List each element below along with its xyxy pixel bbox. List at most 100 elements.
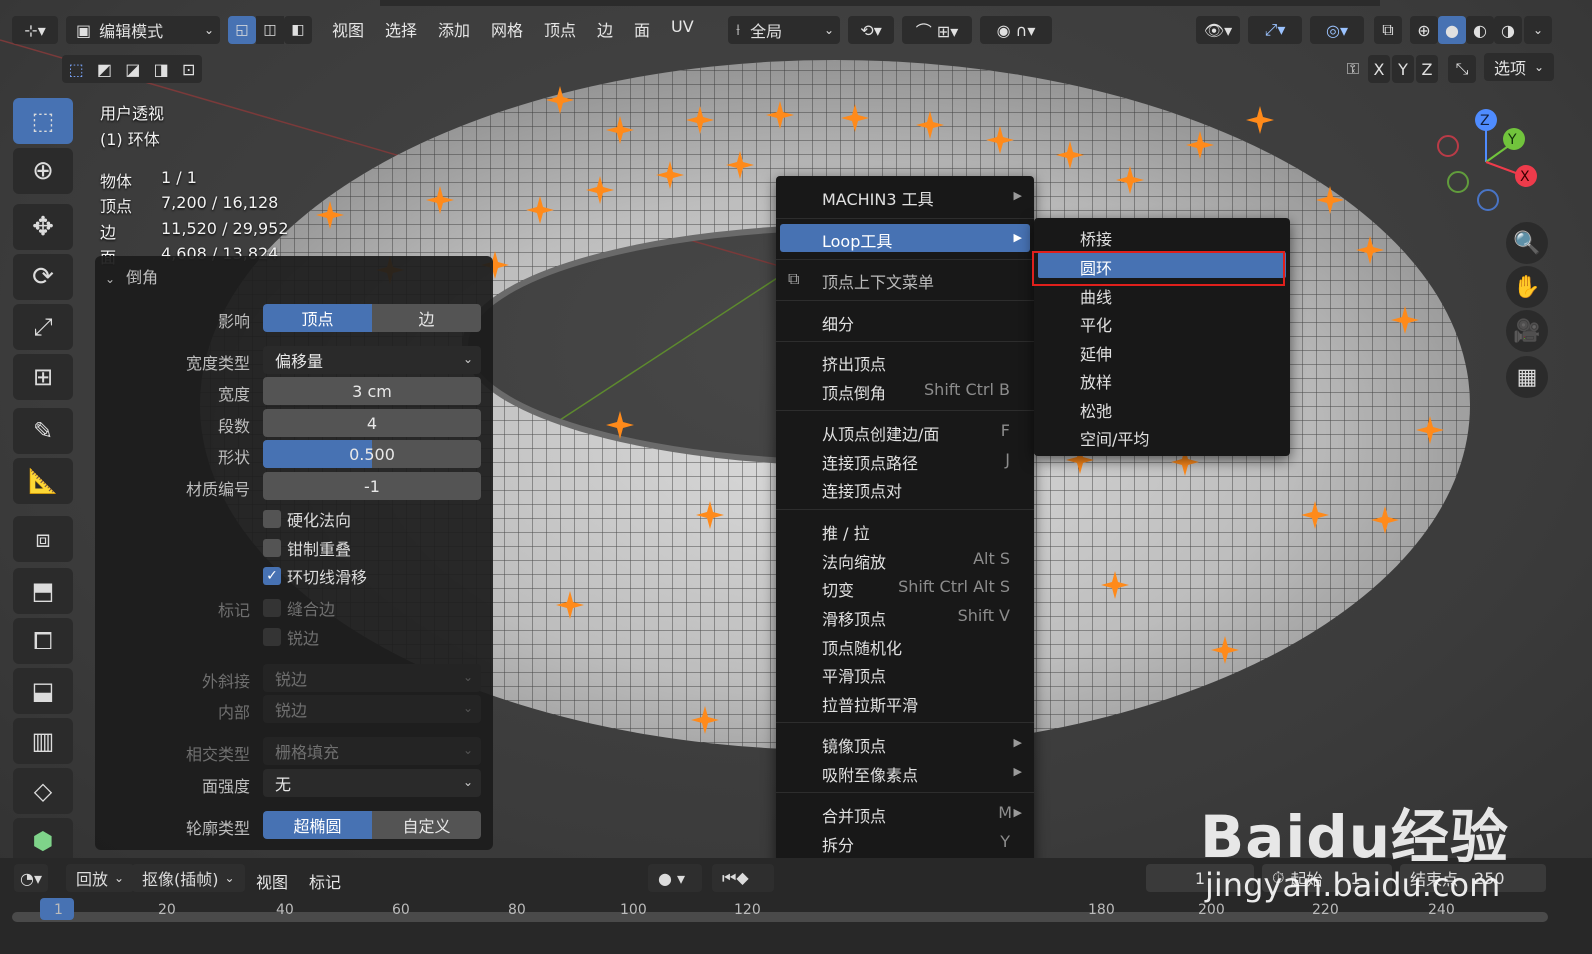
face-select-button[interactable]: ◧ <box>284 16 312 44</box>
context-menu-item[interactable]: Loop工具 ▶ <box>780 224 1030 252</box>
looptools-item[interactable]: 延伸 <box>1038 338 1286 364</box>
tool-select-box[interactable]: ⬚ <box>13 98 73 144</box>
ortho-toggle-button[interactable]: ▦ <box>1506 356 1548 398</box>
menu-vertex[interactable]: 顶点 <box>544 17 576 41</box>
context-menu-item[interactable]: ⧉ 顶点上下文菜单 <box>780 265 1030 293</box>
context-menu-item[interactable]: 平滑顶点 <box>780 659 1030 687</box>
looptools-item[interactable]: 平化 <box>1038 309 1286 335</box>
workspace-tabs[interactable] <box>380 0 1380 6</box>
context-menu-item[interactable]: 拆分 Y <box>780 828 1030 856</box>
context-menu-item[interactable]: MACHIN3 工具 ▶ <box>780 182 1030 210</box>
menu-select[interactable]: 选择 <box>385 17 417 41</box>
mode-dropdown[interactable]: ▣ 编辑模式 ⌄ <box>66 16 220 44</box>
shading-dropdown[interactable]: ⌄ <box>1524 16 1552 44</box>
tool-inset[interactable]: ⧠ <box>13 618 73 664</box>
context-menu-item[interactable]: 挤出顶点 <box>780 347 1030 375</box>
face-strength-select[interactable]: 无 ⌄ <box>263 769 481 797</box>
select-mode-group[interactable]: ⬚ ◩ ◪ ◨ ⊡ <box>62 55 202 83</box>
playback-controls[interactable]: ⏮◆ <box>712 864 774 892</box>
edge-select-button[interactable]: ◫ <box>256 16 284 44</box>
xray-toggle[interactable]: ⧉ <box>1374 16 1402 44</box>
context-menu-item[interactable]: 顶点倒角 Shift Ctrl B <box>780 376 1030 404</box>
miter-inner-select[interactable]: 锐边 ⌄ <box>263 695 481 723</box>
miter-outer-select[interactable]: 锐边 ⌄ <box>263 664 481 692</box>
tool-scale[interactable]: ⤢ <box>13 304 73 350</box>
snapping-controls[interactable]: ⌒ ⊞▾ <box>902 16 972 44</box>
keying-menu[interactable]: 抠像(插帧) ⌄ <box>132 864 245 892</box>
tool-measure[interactable]: 📐 <box>13 458 73 504</box>
profile-custom-button[interactable]: 自定义 <box>372 811 481 839</box>
looptools-item[interactable]: 空间/平均 <box>1038 423 1286 449</box>
context-menu-item[interactable]: 细分 <box>780 307 1030 335</box>
shading-solid[interactable]: ● <box>1438 16 1466 44</box>
context-menu-item[interactable]: 连接顶点对 <box>780 474 1030 502</box>
mirror-options-button[interactable]: ⚿ <box>1340 55 1366 83</box>
timeline-editor-type[interactable]: ◔▾ <box>14 864 48 892</box>
width-type-select[interactable]: 偏移量 ⌄ <box>263 346 481 374</box>
mark-seams-checkbox[interactable]: 缝合边 <box>263 596 335 620</box>
tool-move[interactable]: ✥ <box>13 204 73 250</box>
harden-normals-checkbox[interactable]: 硬化法向 <box>263 507 351 531</box>
menu-mesh[interactable]: 网格 <box>491 17 523 41</box>
tool-extrude[interactable]: ⬒ <box>13 568 73 614</box>
menu-uv[interactable]: UV <box>671 17 694 36</box>
auto-merge-toggle[interactable]: ⤡ <box>1448 55 1476 83</box>
tool-add-cube[interactable]: ⧈ <box>13 516 73 562</box>
mirror-y-toggle[interactable]: Y <box>1392 55 1414 83</box>
gizmo-toggle[interactable]: ⤢▾ <box>1248 16 1302 44</box>
shading-wireframe[interactable]: ⊕ <box>1410 16 1438 44</box>
vertex-select-button[interactable]: ◱ <box>228 16 256 44</box>
navigation-gizmo[interactable]: Z Y X <box>1430 104 1550 224</box>
menu-add[interactable]: 添加 <box>438 17 470 41</box>
pivot-dropdown[interactable]: ⟲▾ <box>848 16 894 44</box>
affect-vertices-button[interactable]: 顶点 <box>263 304 372 332</box>
timeline-marker-menu[interactable]: 标记 <box>309 869 341 893</box>
context-menu-item[interactable]: 镜像顶点 ▶ <box>780 729 1030 757</box>
looptools-item[interactable]: 桥接 <box>1038 223 1286 249</box>
playback-menu[interactable]: 回放 ⌄ <box>66 864 135 892</box>
tool-rotate[interactable]: ⟳ <box>13 254 73 300</box>
pan-button[interactable]: ✋ <box>1506 266 1548 308</box>
tool-cursor[interactable]: ⊕ <box>13 148 73 194</box>
overlay-toggle[interactable]: ◎▾ <box>1310 16 1364 44</box>
looptools-item[interactable]: 放样 <box>1038 366 1286 392</box>
profile-superellipse-button[interactable]: 超椭圆 <box>263 811 372 839</box>
shading-material[interactable]: ◐ <box>1466 16 1494 44</box>
tool-bevel[interactable]: ⬓ <box>13 668 73 714</box>
material-field[interactable]: -1 <box>263 472 481 500</box>
shading-rendered[interactable]: ◑ <box>1494 16 1522 44</box>
zoom-button[interactable]: 🔍 <box>1506 222 1548 264</box>
editor-type-button[interactable]: ⊹▾ <box>12 16 58 44</box>
context-menu-item[interactable]: 连接顶点路径 J <box>780 446 1030 474</box>
mirror-x-toggle[interactable]: X <box>1368 55 1390 83</box>
context-menu-item[interactable]: 合并顶点 M ▶ <box>780 799 1030 827</box>
affect-edges-button[interactable]: 边 <box>372 304 481 332</box>
options-dropdown[interactable]: 选项 ⌄ <box>1484 53 1554 81</box>
tool-annotate[interactable]: ✎ <box>13 408 73 454</box>
camera-view-button[interactable]: 🎥 <box>1506 310 1548 352</box>
context-menu-item[interactable]: 吸附至像素点 ▶ <box>780 758 1030 786</box>
context-menu-item[interactable]: 从顶点创建边/面 F <box>780 417 1030 445</box>
context-menu-item[interactable]: 法向缩放 Alt S <box>780 545 1030 573</box>
mark-sharp-checkbox[interactable]: 锐边 <box>263 625 319 649</box>
context-menu-item[interactable]: 切变 Shift Ctrl Alt S <box>780 573 1030 601</box>
shape-slider[interactable]: 0.500 <box>263 440 481 468</box>
context-menu-item[interactable]: 顶点随机化 <box>780 631 1030 659</box>
panel-header[interactable]: ⌄ 倒角 <box>105 264 158 288</box>
proportional-editing[interactable]: ◉ ∩▾ <box>980 16 1052 44</box>
visibility-dropdown[interactable]: 👁▾ <box>1196 16 1240 44</box>
context-menu-item[interactable]: 滑移顶点 Shift V <box>780 602 1030 630</box>
width-field[interactable]: 3 cm <box>263 377 481 405</box>
tool-transform[interactable]: ⊞ <box>13 354 73 400</box>
menu-view[interactable]: 视图 <box>332 17 364 41</box>
tool-loop-cut[interactable]: ▥ <box>13 718 73 764</box>
clamp-overlap-checkbox[interactable]: 钳制重叠 <box>263 536 351 560</box>
auto-key-button[interactable]: ● ▾ <box>648 864 702 892</box>
orientation-dropdown[interactable]: ⟊ 全局 ⌄ <box>728 16 840 44</box>
intersection-type-select[interactable]: 栅格填充 ⌄ <box>263 737 481 765</box>
menu-face[interactable]: 面 <box>634 17 650 41</box>
context-menu-item[interactable]: 推 / 拉 <box>780 516 1030 544</box>
loop-slide-checkbox[interactable]: ✓ 环切线滑移 <box>263 564 367 588</box>
mirror-z-toggle[interactable]: Z <box>1416 55 1438 83</box>
tool-knife[interactable]: ◇ <box>13 768 73 814</box>
